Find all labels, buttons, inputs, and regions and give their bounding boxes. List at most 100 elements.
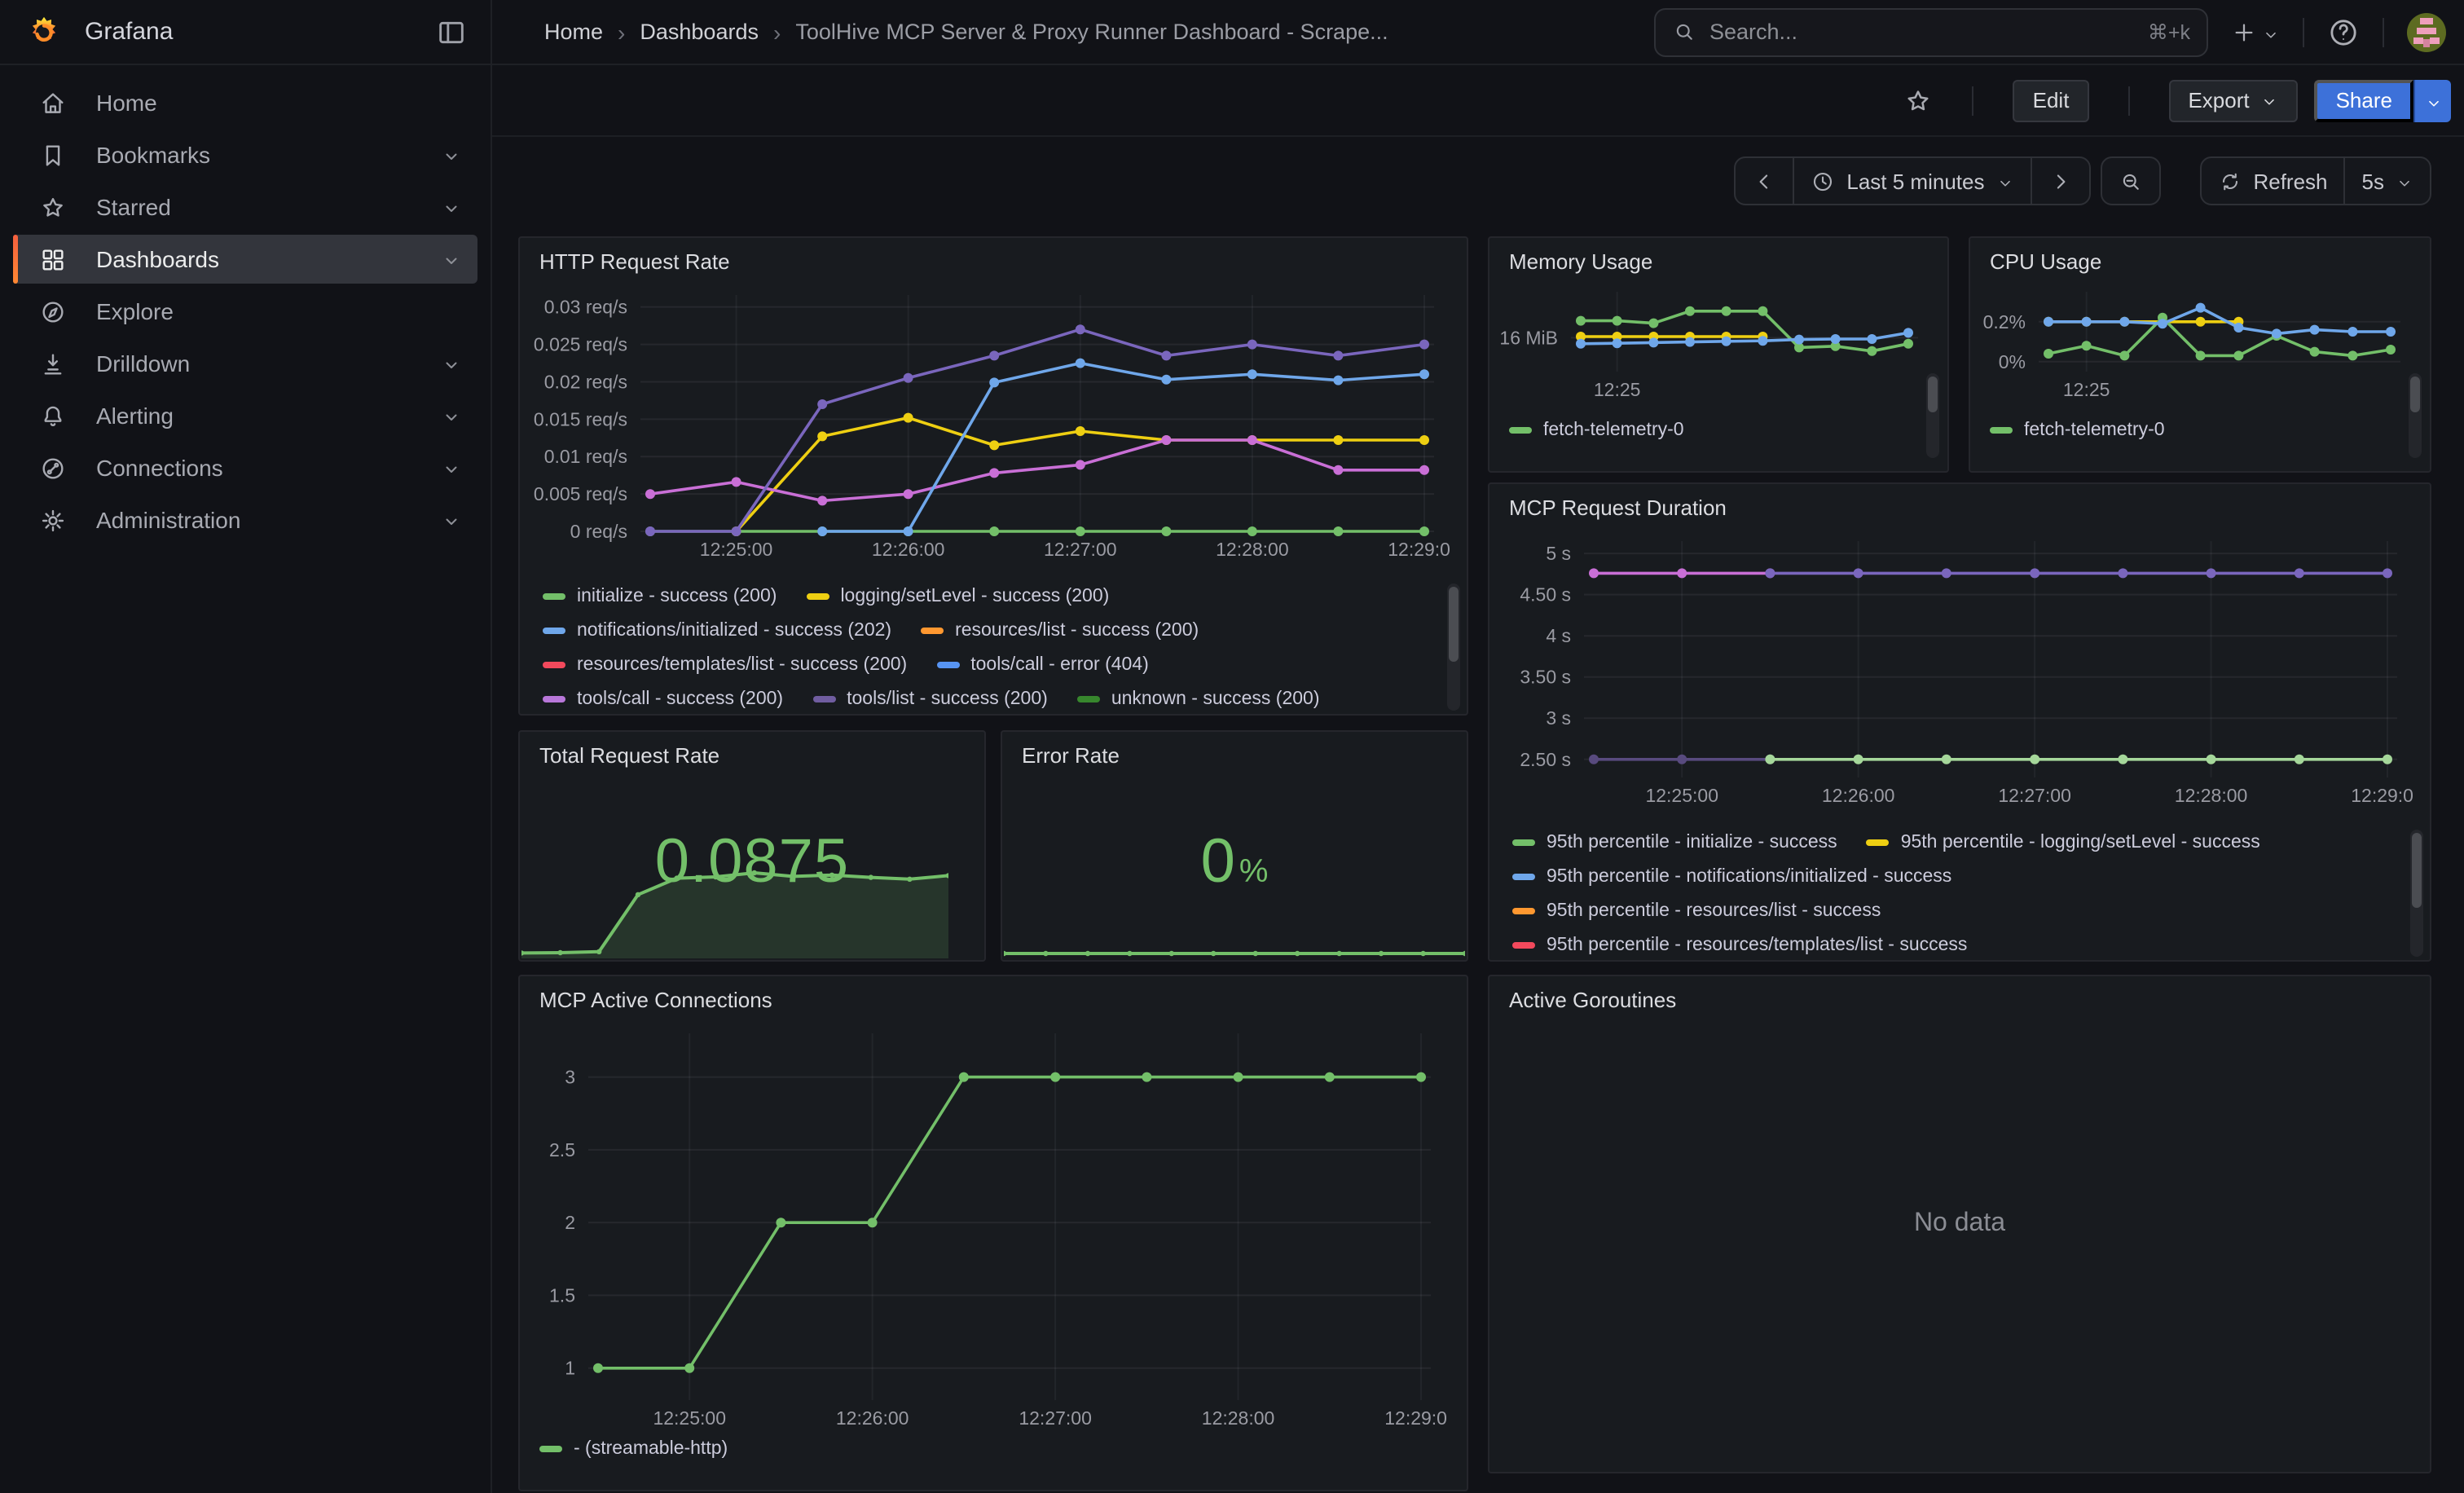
mcp-request-duration-chart[interactable]: 12:25:0012:26:0012:27:0012:28:0012:29:00… <box>1499 530 2413 810</box>
sidebar-item-explore[interactable]: Explore <box>13 287 477 336</box>
add-new-button[interactable] <box>2231 19 2257 45</box>
legend-item[interactable]: tools/call - error (404) <box>936 655 1149 675</box>
panel-title[interactable]: HTTP Request Rate <box>520 238 1467 274</box>
sidebar-item-bookmarks[interactable]: Bookmarks <box>13 130 477 179</box>
refresh-interval-picker[interactable]: 5s <box>2344 156 2431 205</box>
legend-label: initialize - success (200) <box>577 587 777 606</box>
sidebar-item-label: Starred <box>96 194 171 220</box>
sidebar-item-home[interactable]: Home <box>13 78 477 127</box>
legend-item[interactable]: resources/templates/list - success (200) <box>543 655 907 675</box>
time-controls: Last 5 minutes Refresh <box>1734 156 2431 205</box>
breadcrumb-item[interactable]: Dashboards <box>640 20 759 44</box>
error-rate-unit: % <box>1239 853 1269 891</box>
cpu-usage-chart[interactable]: 12:250.2%0% <box>1973 280 2417 404</box>
series-color-marker <box>1990 427 2013 434</box>
series-color-marker <box>1512 908 1535 914</box>
favorite-star-button[interactable] <box>1904 86 1934 115</box>
chevron-down-icon <box>442 354 461 373</box>
legend-item[interactable]: 95th percentile - resources/templates/li… <box>1512 936 1967 955</box>
chart-legend: fetch-telemetry-0 <box>1509 421 1684 455</box>
mcp-active-connections-chart[interactable]: 12:25:0012:26:0012:27:0012:28:0012:29:00… <box>530 1022 1447 1433</box>
sidebar-toggle-button[interactable] <box>435 15 468 48</box>
svg-text:0.015 req/s: 0.015 req/s <box>534 408 627 429</box>
svg-text:2.5: 2.5 <box>549 1139 575 1160</box>
svg-text:16 MiB: 16 MiB <box>1499 327 1558 348</box>
legend-item[interactable]: 95th percentile - resources/list - succe… <box>1512 901 1881 921</box>
svg-text:4.50 s: 4.50 s <box>1520 584 1571 606</box>
legend-label: fetch-telemetry-0 <box>1543 421 1684 440</box>
legend-item[interactable]: resources/list - success (200) <box>921 621 1199 641</box>
svg-text:12:25:00: 12:25:00 <box>1645 785 1718 806</box>
search-box[interactable]: ⌘+k <box>1654 7 2208 56</box>
series-color-marker <box>812 696 835 702</box>
sidebar-item-starred[interactable]: Starred <box>13 183 477 231</box>
time-back-button[interactable] <box>1734 156 1794 205</box>
sidebar-item-label: Alerting <box>96 403 174 429</box>
svg-text:3: 3 <box>565 1067 575 1088</box>
legend-item[interactable]: 95th percentile - initialize - success <box>1512 833 1837 852</box>
legend-scrollbar[interactable] <box>1447 584 1460 711</box>
legend-item[interactable]: tools/call - success (200) <box>543 689 783 709</box>
sidebar-item-drilldown[interactable]: Drilldown <box>13 339 477 388</box>
time-range-picker[interactable]: Last 5 minutes <box>1793 156 2031 205</box>
legend-item[interactable]: - (streamable-http) <box>539 1439 728 1459</box>
legend-label: logging/setLevel - success (200) <box>840 587 1109 606</box>
zoom-out-button[interactable] <box>2100 156 2160 205</box>
series-color-marker <box>543 662 565 668</box>
svg-text:12:27:00: 12:27:00 <box>1044 539 1117 560</box>
panel-http-request-rate: HTTP Request Rate 12:25:0012:26:0012:27:… <box>518 236 1468 716</box>
chart-legend: - (streamable-http) <box>539 1439 728 1473</box>
share-options-button[interactable] <box>2413 79 2451 121</box>
legend-item[interactable]: fetch-telemetry-0 <box>1509 421 1684 440</box>
svg-text:12:25: 12:25 <box>2063 379 2110 400</box>
search-input[interactable] <box>1709 20 2148 44</box>
sidebar-item-label: Home <box>96 90 157 116</box>
legend-item[interactable]: notifications/initialized - success (202… <box>543 621 891 641</box>
sidebar-item-connections[interactable]: Connections <box>13 443 477 492</box>
legend-scrollbar[interactable] <box>2409 373 2422 458</box>
home-icon <box>39 89 67 117</box>
legend-label: fetch-telemetry-0 <box>2024 421 2165 440</box>
time-forward-button[interactable] <box>2030 156 2090 205</box>
panel-title[interactable]: Memory Usage <box>1489 238 1947 274</box>
panel-title[interactable]: CPU Usage <box>1970 238 2430 274</box>
legend-item[interactable]: unknown - success (200) <box>1077 689 1320 709</box>
legend-item[interactable]: initialize - success (200) <box>543 587 777 606</box>
legend-item[interactable]: 95th percentile - notifications/initiali… <box>1512 867 1951 887</box>
memory-usage-chart[interactable]: 12:2516 MiB <box>1493 280 1934 404</box>
panel-total-request-rate: Total Request Rate 0.0875 <box>518 730 986 962</box>
svg-text:12:27:00: 12:27:00 <box>1019 1407 1092 1429</box>
series-color-marker <box>806 593 829 600</box>
http-request-rate-chart[interactable]: 12:25:0012:26:0012:27:0012:28:0012:29:00… <box>530 284 1450 564</box>
sidebar-item-label: Dashboards <box>96 246 219 272</box>
svg-text:0.025 req/s: 0.025 req/s <box>534 334 627 355</box>
export-button[interactable]: Export <box>2168 79 2298 121</box>
help-button[interactable] <box>2327 15 2360 48</box>
breadcrumb-item[interactable]: ToolHive MCP Server & Proxy Runner Dashb… <box>795 20 1388 44</box>
sidebar-item-dashboards[interactable]: Dashboards <box>13 235 477 284</box>
avatar[interactable] <box>2407 12 2446 51</box>
legend-item[interactable]: 95th percentile - logging/setLevel - suc… <box>1867 833 2260 852</box>
chevron-down-icon <box>442 197 461 217</box>
sidebar-menu: Home Bookmarks Starred Dashboards ExploreDri… <box>0 78 491 544</box>
edit-button[interactable]: Edit <box>2013 79 2089 121</box>
legend-item[interactable]: tools/list - success (200) <box>812 689 1048 709</box>
panel-mcp-active-connections: MCP Active Connections 12:25:0012:26:001… <box>518 975 1468 1491</box>
chevron-down-icon[interactable] <box>2262 23 2280 41</box>
legend-scrollbar[interactable] <box>1926 373 1939 458</box>
refresh-button[interactable]: Refresh <box>2199 156 2345 205</box>
panel-title[interactable]: MCP Request Duration <box>1489 484 2430 520</box>
sidebar-item-alerting[interactable]: Alerting <box>13 391 477 440</box>
svg-text:12:28:00: 12:28:00 <box>1216 539 1289 560</box>
breadcrumb-item[interactable]: Home <box>544 20 603 44</box>
legend-item[interactable]: logging/setLevel - success (200) <box>806 587 1109 606</box>
panel-title[interactable]: MCP Active Connections <box>520 976 1467 1012</box>
share-button[interactable]: Share <box>2315 79 2413 121</box>
legend-scrollbar[interactable] <box>2410 830 2423 957</box>
clock-icon <box>1811 169 1835 193</box>
svg-text:3 s: 3 s <box>1546 707 1571 729</box>
search-shortcut: ⌘+k <box>2148 20 2190 44</box>
sidebar-item-administration[interactable]: Administration <box>13 495 477 544</box>
legend-item[interactable]: fetch-telemetry-0 <box>1990 421 2165 440</box>
legend-label: - (streamable-http) <box>574 1439 728 1459</box>
